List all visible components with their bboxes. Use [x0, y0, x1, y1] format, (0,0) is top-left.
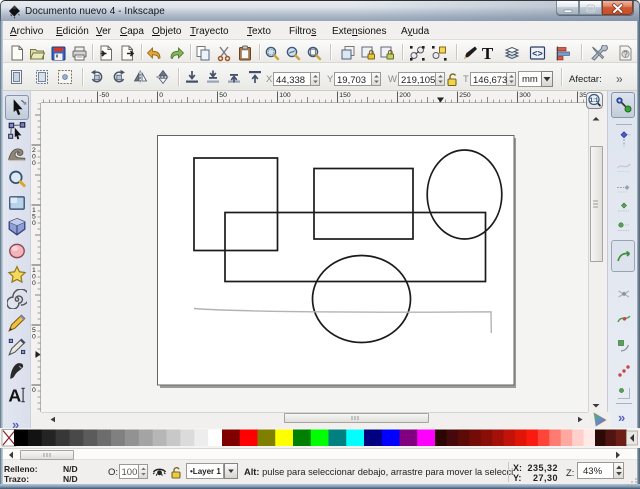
svg-text:100: 100	[279, 92, 291, 99]
svg-text:-50: -50	[99, 92, 109, 99]
svg-text:0: 0	[32, 280, 36, 287]
svg-text:200: 200	[399, 92, 411, 99]
svg-text:0: 0	[32, 160, 36, 167]
svg-text:150: 150	[339, 92, 351, 99]
svg-text:<>: <>	[532, 49, 543, 59]
svg-text:0: 0	[159, 92, 163, 99]
svg-text:0: 0	[32, 334, 36, 341]
svg-text:?: ?	[623, 50, 628, 59]
svg-text:250: 250	[459, 92, 471, 99]
svg-text:350: 350	[579, 92, 586, 99]
svg-text:T: T	[482, 45, 494, 62]
svg-text:300: 300	[519, 92, 531, 99]
svg-text:A: A	[8, 386, 21, 405]
svg-text:50: 50	[219, 92, 227, 99]
svg-text:0: 0	[32, 387, 36, 394]
svg-text:1:1: 1:1	[590, 98, 599, 104]
svg-text:0: 0	[32, 220, 36, 227]
